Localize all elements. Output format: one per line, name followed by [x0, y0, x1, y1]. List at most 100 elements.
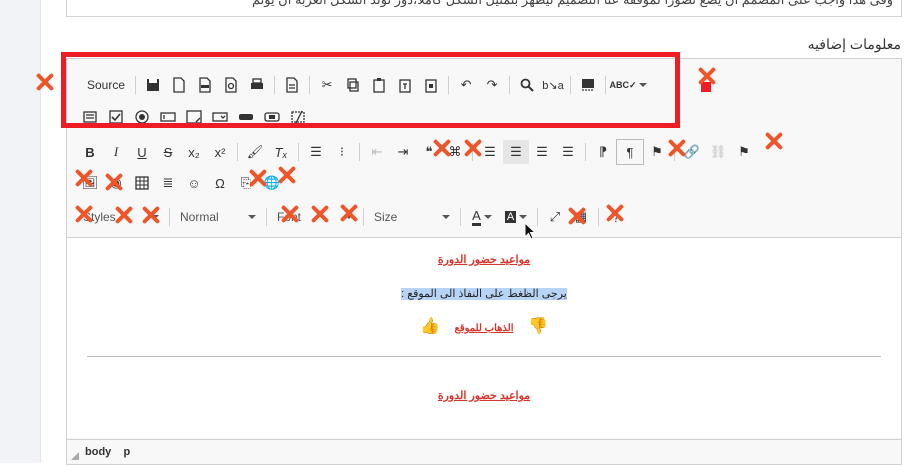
- text-color-icon: A: [472, 208, 481, 226]
- cross-mark-icon: [309, 203, 331, 225]
- content-instruction: يرجى الظغط على النفاذ الى الموقع :: [67, 284, 901, 302]
- align-center-button[interactable]: ☰: [503, 140, 529, 164]
- cross-mark-icon: [73, 203, 95, 225]
- cross-mark-icon: [566, 205, 588, 227]
- separator: [460, 208, 461, 226]
- element-path: body p: [85, 446, 130, 458]
- go-to-site-link[interactable]: الذهاب للموقع: [445, 323, 524, 334]
- left-gutter: [0, 0, 41, 463]
- status-bar: body p: [67, 439, 901, 464]
- underline-button[interactable]: U: [129, 140, 155, 164]
- heading-2-text: مواعيد حضور الدورة: [437, 390, 531, 402]
- cross-mark-icon: [247, 167, 269, 189]
- format-dropdown[interactable]: Normal: [174, 206, 262, 228]
- bold-button[interactable]: B: [77, 140, 103, 164]
- cross-mark-icon: [34, 71, 56, 93]
- italic-button[interactable]: I: [103, 140, 129, 164]
- bulleted-list-button[interactable]: ⁝: [329, 140, 355, 164]
- remove-format-button[interactable]: Tₓ: [268, 140, 294, 164]
- thumbs-down-icon: 👎: [527, 318, 548, 335]
- outdent-button[interactable]: ⇤: [364, 140, 390, 164]
- separator: [298, 143, 299, 161]
- maximize-icon: ⤢: [549, 209, 561, 224]
- highlight-box: [61, 52, 680, 128]
- unlink-button[interactable]: ⛓: [705, 140, 731, 164]
- separator: [359, 143, 360, 161]
- separator: [585, 143, 586, 161]
- special-char-button[interactable]: Ω: [207, 171, 233, 195]
- path-p[interactable]: p: [124, 446, 131, 458]
- flag-icon: ⚑: [738, 144, 750, 159]
- superscript-button[interactable]: x²: [207, 140, 233, 164]
- separator: [537, 208, 538, 226]
- copy-format-button[interactable]: 🖌: [242, 140, 268, 164]
- editor-content[interactable]: مواعيد حضور الدورة يرجى الظغط على النفاذ…: [67, 237, 901, 438]
- cross-mark-icon: [666, 137, 688, 159]
- horizontal-rule: [87, 356, 881, 357]
- numbered-list-icon: ☰: [310, 144, 322, 159]
- bg-color-icon: A: [504, 211, 517, 223]
- mouse-cursor-icon: [524, 222, 536, 240]
- cross-mark-icon: [276, 164, 298, 186]
- path-body[interactable]: body: [85, 446, 111, 458]
- table-button[interactable]: [129, 171, 155, 195]
- thumbs-up-icon: 👍: [420, 318, 441, 335]
- paintbrush-icon: 🖌: [246, 144, 264, 159]
- heading-1-text: مواعيد حضور الدورة: [437, 254, 531, 266]
- instruction-text: يرجى الظغط على النفاذ الى الموقع :: [401, 288, 567, 300]
- resize-handle-icon[interactable]: [71, 452, 79, 460]
- separator: [598, 208, 599, 226]
- cross-mark-icon: [604, 202, 626, 224]
- text-color-button[interactable]: A: [465, 205, 499, 229]
- smiley-button[interactable]: ☺: [181, 171, 207, 195]
- subscript-icon: x₂: [188, 144, 200, 160]
- cross-mark-icon: [140, 204, 162, 226]
- cross-mark-icon: [462, 137, 484, 159]
- chevron-down-icon: [442, 215, 450, 219]
- chevron-down-icon: [248, 215, 256, 219]
- subscript-button[interactable]: x₂: [181, 140, 207, 164]
- justify-button[interactable]: ☰: [555, 140, 581, 164]
- indent-icon: ⇥: [397, 144, 409, 159]
- strike-button[interactable]: S: [155, 140, 181, 164]
- content-link-row: 👍 الذهاب للموقع 👎: [67, 316, 901, 336]
- ltr-icon: ⁋: [598, 144, 608, 159]
- chevron-down-icon: [483, 215, 492, 219]
- numbered-list-button[interactable]: ☰: [303, 140, 329, 164]
- italic-icon: I: [113, 144, 119, 159]
- anchor-button[interactable]: ⚑: [731, 140, 757, 164]
- smiley-icon: ☺: [187, 175, 201, 191]
- cross-mark-icon: [73, 167, 95, 189]
- format-label: Normal: [180, 210, 219, 224]
- field-label: معلومات إضافيه: [807, 36, 901, 52]
- align-right-button[interactable]: ☰: [529, 140, 555, 164]
- size-dropdown[interactable]: Size: [368, 206, 456, 228]
- maximize-button[interactable]: ⤢: [542, 205, 568, 229]
- cross-mark-icon: [279, 203, 301, 225]
- table-icon: [135, 176, 149, 190]
- indent-button[interactable]: ⇥: [390, 140, 416, 164]
- toolbar-row-3: B I U S x₂ x² 🖌 Tₓ ☰ ⁝ ⇤ ⇥ ❝ ⌘ ☰ ☰ ☰ ☰ ⁋…: [77, 139, 757, 165]
- underline-icon: U: [137, 144, 147, 160]
- content-heading-2: مواعيد حضور الدورة: [67, 386, 901, 404]
- horizontal-rule-button[interactable]: ≣: [155, 171, 181, 195]
- justify-icon: ☰: [562, 144, 574, 159]
- cross-mark-icon: [431, 137, 453, 159]
- outdent-icon: ⇤: [371, 144, 383, 159]
- separator: [266, 208, 267, 226]
- separator: [169, 208, 170, 226]
- align-left-icon: ☰: [484, 144, 496, 159]
- rtl-icon: ¶: [626, 144, 634, 160]
- align-right-icon: ☰: [536, 144, 548, 159]
- ltr-button[interactable]: ⁋: [590, 140, 616, 164]
- rtl-button[interactable]: ¶: [616, 139, 644, 165]
- cross-mark-icon: [103, 171, 125, 193]
- bulleted-list-icon: ⁝: [339, 144, 345, 159]
- cross-mark-icon: [763, 130, 785, 152]
- remove-format-icon: Tₓ: [274, 144, 288, 160]
- previous-textarea[interactable]: وفى هذا واجب على المصمم أن يضع تصورا لمو…: [66, 0, 902, 17]
- horizontal-rule-icon: ≣: [162, 175, 174, 190]
- size-label: Size: [374, 210, 398, 224]
- separator: [237, 143, 238, 161]
- superscript-icon: x²: [214, 144, 226, 160]
